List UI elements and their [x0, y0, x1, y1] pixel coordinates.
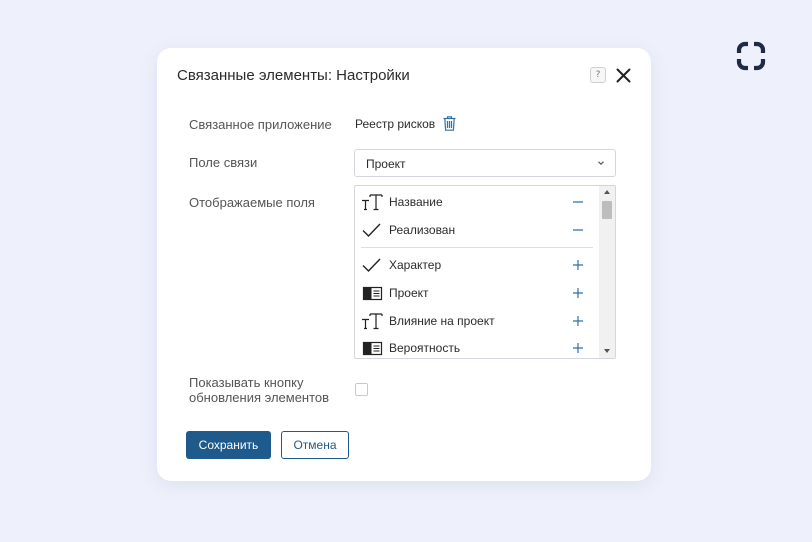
scroll-up-arrow-icon[interactable] [604, 190, 610, 194]
refresh-button-label-line2: обновления элементов [189, 390, 330, 405]
remove-field-button[interactable] [572, 194, 584, 210]
add-field-button[interactable] [572, 285, 584, 301]
plus-icon [573, 260, 583, 270]
help-icon[interactable]: ? [590, 67, 606, 83]
list-item-selected: Реализован [355, 218, 601, 242]
text-type-icon [362, 313, 383, 330]
add-field-button[interactable] [572, 313, 584, 329]
app-link-icon [362, 341, 383, 356]
link-field-label: Поле связи [189, 155, 258, 170]
field-label: Характер [389, 258, 442, 272]
save-button[interactable]: Сохранить [186, 431, 271, 459]
field-label: Вероятность [389, 341, 461, 355]
field-label: Реализован [389, 223, 456, 237]
plus-icon [573, 288, 583, 298]
list-scrollbar[interactable] [599, 186, 615, 358]
list-item-available: Проект [355, 281, 601, 305]
cancel-button[interactable]: Отмена [281, 431, 349, 459]
checkmark-icon [362, 258, 381, 273]
list-item-available: Характер [355, 253, 601, 277]
scroll-thumb[interactable] [602, 201, 612, 219]
refresh-button-label-line1: Показывать кнопку [189, 375, 304, 390]
checkmark-icon [362, 223, 381, 238]
remove-field-button[interactable] [572, 222, 584, 238]
linked-app-value: Реестр рисков [355, 117, 436, 131]
refresh-button-checkbox[interactable] [355, 383, 368, 396]
list-item-selected: Название [355, 190, 601, 214]
list-divider [361, 247, 593, 248]
link-field-select[interactable]: Проект [354, 149, 616, 177]
minus-icon [573, 229, 583, 231]
list-item-available: Влияние на проект [355, 309, 601, 333]
display-fields-list[interactable]: Название Реализован Характер Проект Влия… [354, 185, 616, 359]
display-fields-label: Отображаемые поля [189, 195, 315, 210]
app-link-icon [362, 286, 383, 301]
plus-icon [573, 343, 583, 353]
chevron-down-icon [598, 161, 604, 166]
text-type-icon [362, 194, 383, 211]
link-field-value: Проект [366, 157, 406, 171]
scroll-down-arrow-icon[interactable] [604, 349, 610, 353]
list-item-available: Вероятность [355, 336, 601, 358]
brand-logo [736, 41, 766, 71]
minus-icon [573, 201, 583, 203]
add-field-button[interactable] [572, 340, 584, 356]
field-label: Влияние на проект [389, 314, 495, 328]
trash-icon[interactable] [443, 116, 456, 131]
dialog-title: Связанные элементы: Настройки [177, 67, 410, 84]
add-field-button[interactable] [572, 257, 584, 273]
refresh-button-label: Показывать кнопку обновления элементов [189, 375, 329, 405]
settings-dialog: Связанные элементы: Настройки ? Связанно… [157, 48, 651, 481]
field-label: Проект [389, 286, 429, 300]
plus-icon [573, 316, 583, 326]
linked-app-label: Связанное приложение [189, 117, 332, 132]
close-icon[interactable] [616, 68, 631, 83]
field-label: Название [389, 195, 443, 209]
